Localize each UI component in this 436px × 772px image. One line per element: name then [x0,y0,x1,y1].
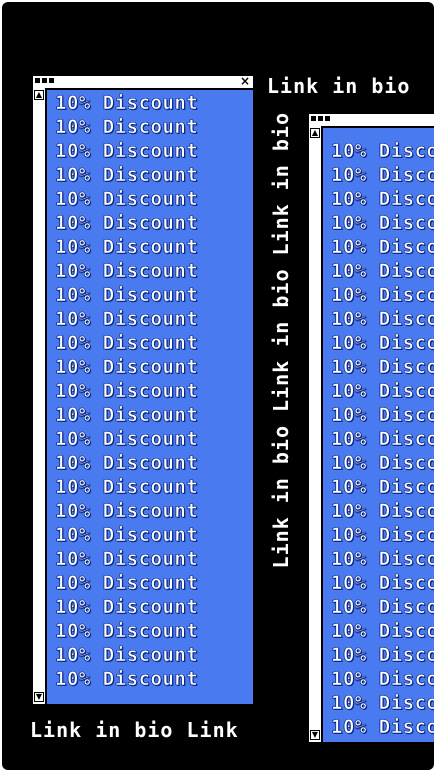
discount-row: 10% Discount [55,668,199,691]
poster-frame: × ▲ ▼ 10% Discount 10% Discount 10% Discou… [2,2,434,770]
discount-row: 10% Discount [55,284,199,307]
window-controls [35,78,54,83]
discount-row: 10% Discount [55,500,199,523]
discount-row: 10% Discount [331,188,434,211]
close-icon[interactable]: × [240,74,250,88]
control-dot[interactable] [35,78,40,83]
control-dot[interactable] [325,116,330,121]
discount-row: 10% Discount [55,308,199,331]
discount-row: 10% Discount [331,500,434,523]
control-dot[interactable] [318,116,323,121]
scroll-up-icon[interactable]: ▲ [310,128,320,138]
discount-row: 10% Discount [55,236,199,259]
discount-row: 10% Discount [55,596,199,619]
scroll-up-icon[interactable]: ▲ [34,90,44,100]
vertical-ticker[interactable]: Link in bio Link in bio Link in bio [269,112,293,568]
left-window-titlebar: × [33,74,253,90]
discount-row: 10% Discount [331,548,434,571]
discount-row: 10% Discount [331,404,434,427]
discount-row: 10% Discount [55,116,199,139]
discount-row: 10% Discount [55,572,199,595]
discount-row: 10% Discount [331,524,434,547]
discount-row: 10% Discount [331,212,434,235]
discount-row: 10% Discount [331,164,434,187]
control-dot[interactable] [42,78,47,83]
discount-row: 10% Discount [331,692,434,715]
right-discount-list: 10% Discount10% Discount10% Discount10% … [323,128,434,742]
discount-row: 10% Discount [55,260,199,283]
discount-row: 10% Discount [55,548,199,571]
discount-row: 10% Discount [331,620,434,643]
left-window: × ▲ ▼ 10% Discount 10% Discount 10% Discou… [31,74,255,706]
discount-row: 10% Discount [55,332,199,355]
discount-row: 10% Discount [331,284,434,307]
scroll-down-icon[interactable]: ▼ [34,692,44,702]
discount-row: 10% Discount [331,332,434,355]
right-window: ▲ ▼ 10% Discount10% Discount10% Discount… [307,112,434,744]
discount-row: 10% Discount [55,452,199,475]
discount-row: 10% Discount [331,668,434,691]
bottom-ticker[interactable]: Link in bio Link [30,718,239,742]
discount-row: 10% Discount [331,140,434,163]
discount-row: 10% Discount [55,620,199,643]
discount-row: 10% Discount [331,236,434,259]
control-dot[interactable] [49,78,54,83]
discount-row: 10% Discount [55,476,199,499]
discount-row: 10% Discount [331,428,434,451]
discount-row: 10% Discount [55,356,199,379]
discount-row: 10% Discount [55,644,199,667]
discount-row: 10% Discount [331,596,434,619]
discount-row: 10% Discount [331,644,434,667]
discount-row: 10% Discount [55,524,199,547]
control-dot[interactable] [311,116,316,121]
discount-row: 10% Discount [331,572,434,595]
discount-row: 10% Discount [331,260,434,283]
discount-row: 10% Discount [55,92,199,115]
discount-row: 10% Discount [55,188,199,211]
right-scrollbar[interactable]: ▲ ▼ [309,126,323,742]
discount-row: 10% Discount [331,452,434,475]
window-controls [311,116,330,121]
left-scrollbar[interactable]: ▲ ▼ [33,88,47,704]
left-discount-list: 10% Discount 10% Discount 10% Discount 10% … [47,90,253,704]
discount-row: 10% Discount [331,716,434,739]
discount-row: 10% Discount [331,380,434,403]
discount-row: 10% Discount [55,380,199,403]
discount-row: 10% Discount [331,476,434,499]
discount-row: 10% Discount [55,428,199,451]
discount-row: 10% Discount [55,212,199,235]
discount-row: 10% Discount [331,356,434,379]
top-ticker[interactable]: Link in bio [267,74,410,98]
right-window-titlebar [309,114,434,128]
discount-row: 10% Discount [331,308,434,331]
discount-row: 10% Discount [55,404,199,427]
scroll-down-icon[interactable]: ▼ [310,730,320,740]
discount-row: 10% Discount [55,164,199,187]
discount-row: 10% Discount [55,140,199,163]
